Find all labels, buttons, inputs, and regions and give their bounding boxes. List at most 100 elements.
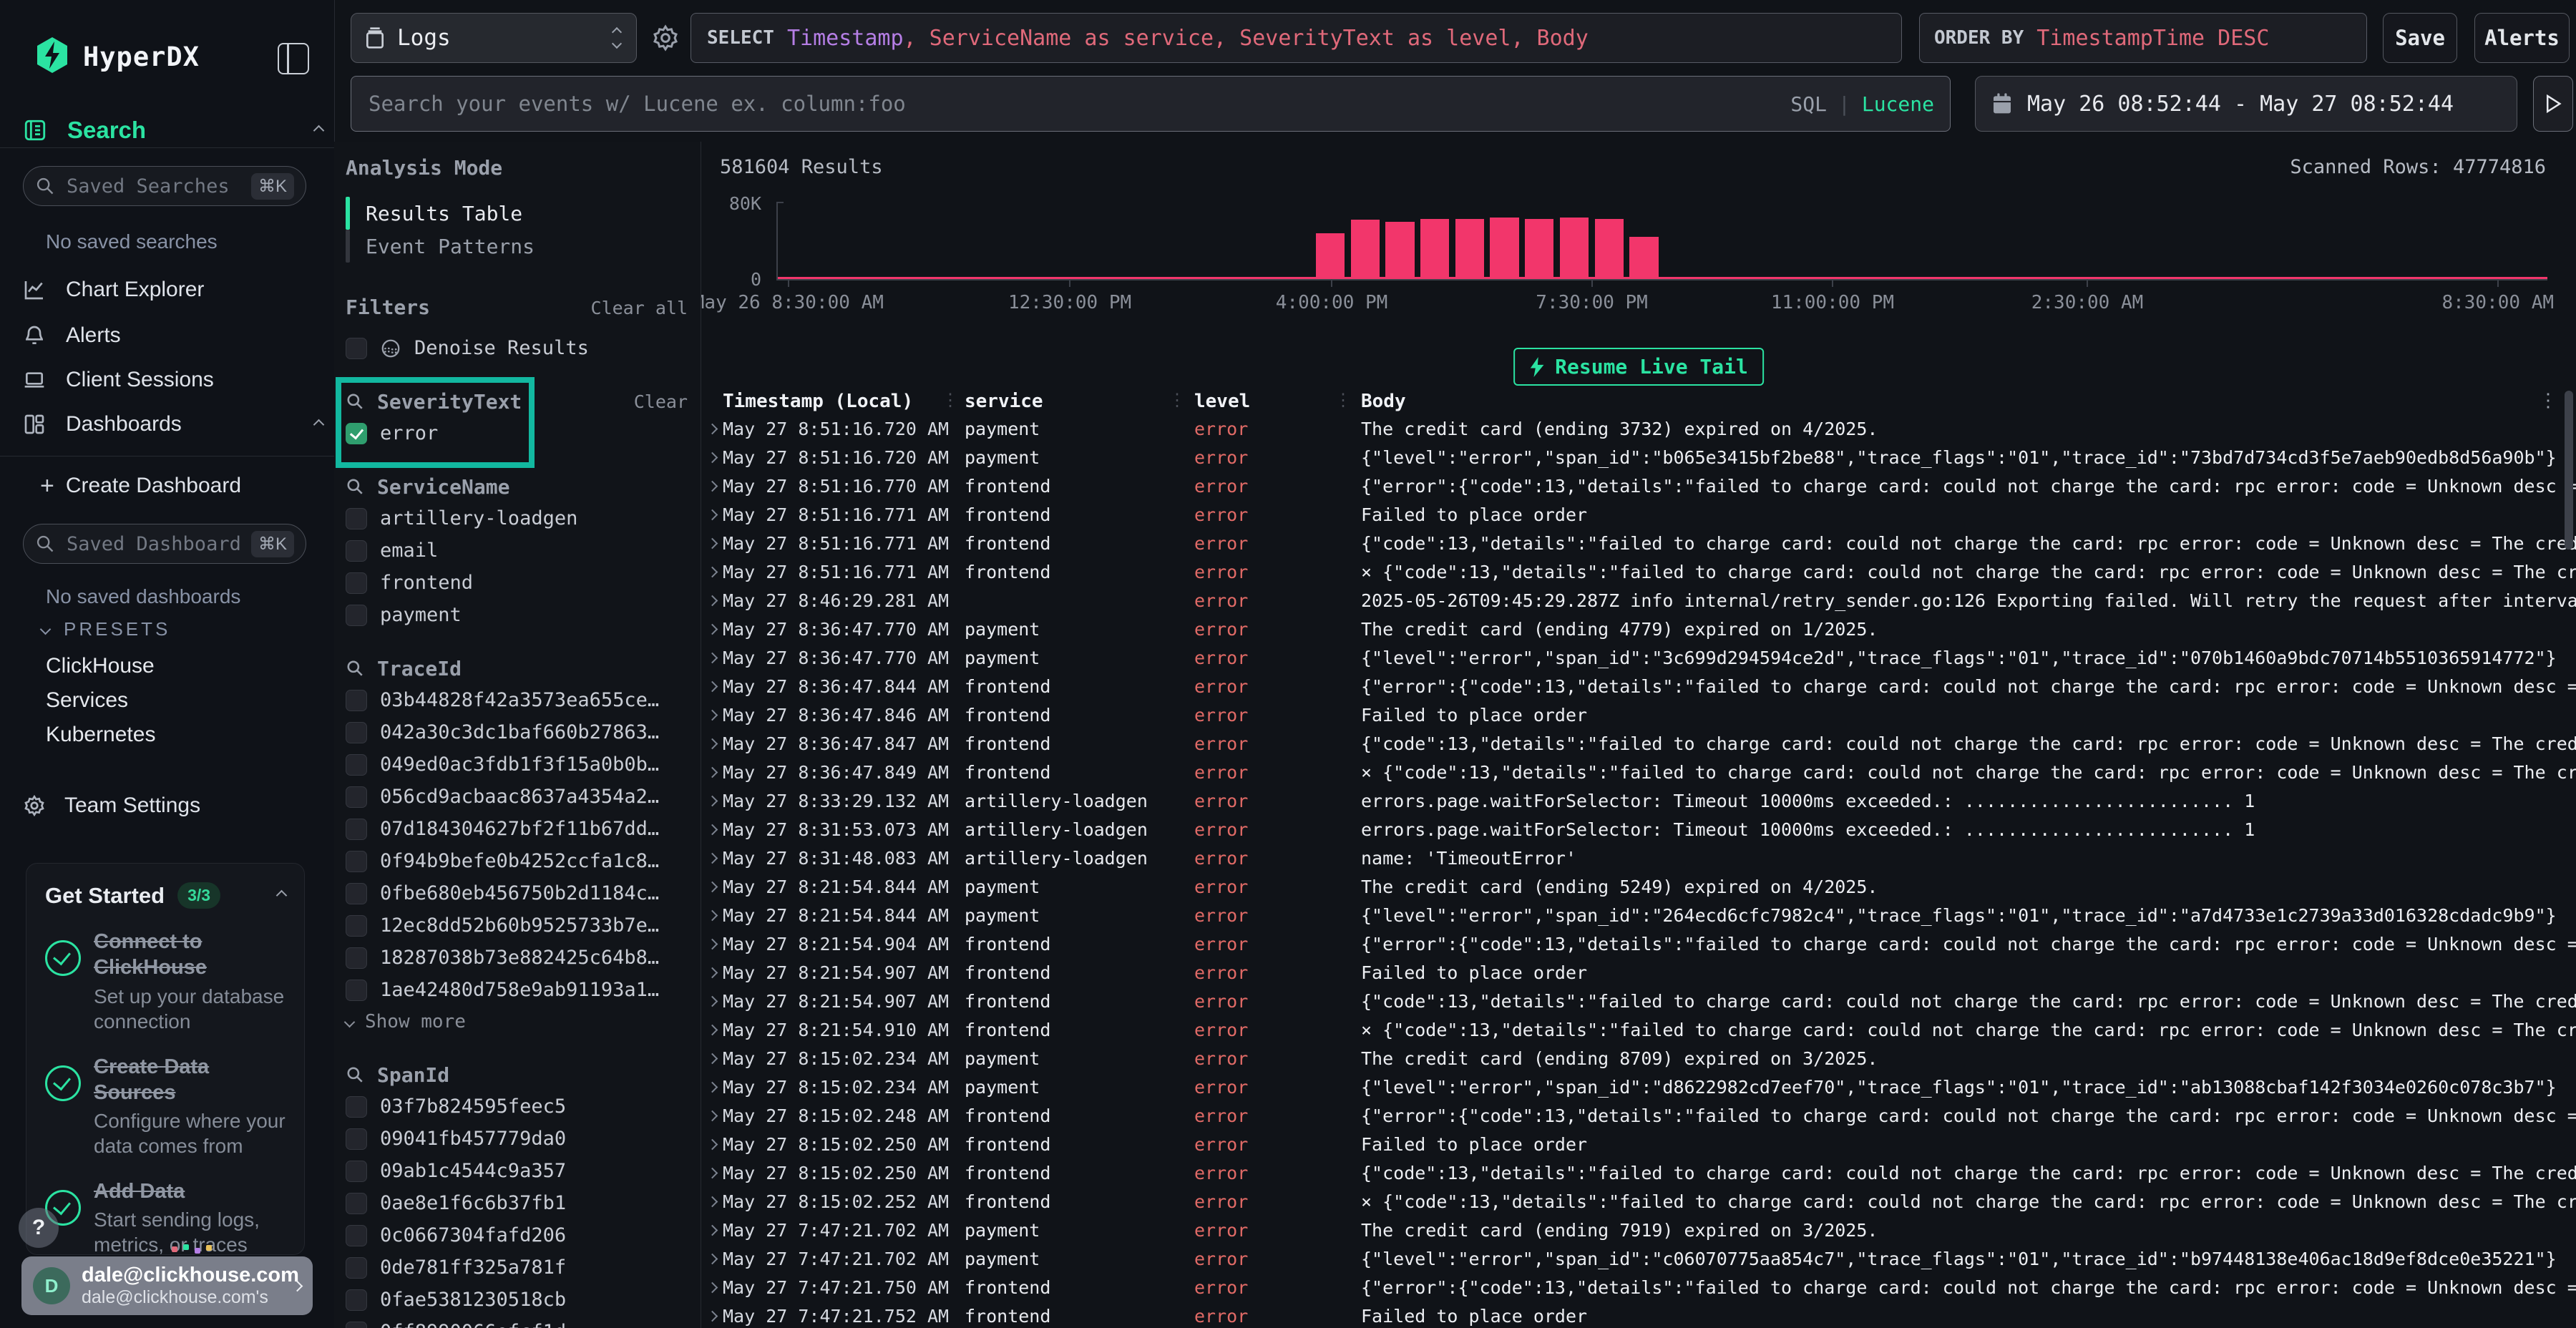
- filter-item-service[interactable]: artillery-loadgen: [346, 502, 688, 534]
- orderby-input[interactable]: ORDER BY TimestampTime DESC: [1919, 13, 2367, 63]
- table-row[interactable]: May 27 8:21:54.907 AMfrontenderrorFailed…: [701, 958, 2576, 987]
- select-clause-input[interactable]: SELECT Timestamp , ServiceName as servic…: [691, 13, 1902, 63]
- presets-toggle[interactable]: PRESETS: [42, 618, 170, 640]
- table-row[interactable]: May 27 7:47:21.752 AMfrontenderrorFailed…: [701, 1302, 2576, 1328]
- row-expander[interactable]: [701, 711, 723, 719]
- table-row[interactable]: May 27 8:21:54.844 AMpaymenterrorThe cre…: [701, 872, 2576, 901]
- table-row[interactable]: May 27 8:46:29.281 AMerror2025-05-26T09:…: [701, 586, 2576, 615]
- table-row[interactable]: May 27 8:21:54.904 AMfrontenderror{"erro…: [701, 929, 2576, 958]
- sidebar-collapse-icon[interactable]: [278, 43, 309, 74]
- row-expander[interactable]: [701, 940, 723, 948]
- resume-live-tail-button[interactable]: Resume Live Tail: [1513, 348, 1764, 386]
- table-row[interactable]: May 27 8:21:54.910 AMfrontenderror× {"co…: [701, 1015, 2576, 1044]
- filter-item-spanid[interactable]: 0ae8e1f6c6b37fb1: [346, 1187, 688, 1219]
- tab-event-patterns[interactable]: Event Patterns: [346, 230, 688, 263]
- checkbox[interactable]: [346, 754, 367, 776]
- row-expander[interactable]: [701, 597, 723, 605]
- row-expander[interactable]: [701, 826, 723, 834]
- table-options-icon[interactable]: ⋮: [2539, 390, 2557, 411]
- row-expander[interactable]: [701, 1083, 723, 1091]
- filter-item-spanid[interactable]: 09041fb457779da0: [346, 1123, 688, 1155]
- column-resize-handle[interactable]: ⋮: [1335, 390, 1349, 410]
- checkbox[interactable]: [346, 786, 367, 808]
- table-row[interactable]: May 27 7:47:21.702 AMpaymenterrorThe cre…: [701, 1216, 2576, 1244]
- table-row[interactable]: May 27 8:36:47.770 AMpaymenterror{"level…: [701, 643, 2576, 672]
- lucene-toggle[interactable]: Lucene: [1862, 92, 1934, 116]
- row-expander[interactable]: [701, 768, 723, 776]
- search-icon[interactable]: [346, 392, 364, 411]
- table-row[interactable]: May 27 8:21:54.907 AMfrontenderror{"code…: [701, 987, 2576, 1015]
- chevron-up-icon[interactable]: [276, 890, 288, 902]
- table-row[interactable]: May 27 8:31:48.083 AMartillery-loadgener…: [701, 844, 2576, 872]
- get-started-header[interactable]: Get Started 3/3: [45, 882, 286, 909]
- date-range-picker[interactable]: May 26 08:52:44 - May 27 08:52:44: [1975, 76, 2517, 132]
- sidebar-item-team-settings[interactable]: Team Settings: [23, 790, 200, 821]
- user-menu[interactable]: D dale@clickhouse.com dale@clickhouse.co…: [21, 1256, 313, 1315]
- chart-bar[interactable]: [1490, 218, 1518, 279]
- saved-dashboards-input[interactable]: [65, 532, 241, 556]
- checkbox[interactable]: [346, 1096, 367, 1118]
- clear-severity-button[interactable]: Clear: [634, 391, 688, 412]
- row-expander[interactable]: [701, 625, 723, 633]
- query-language-toggle[interactable]: SQL | Lucene: [1790, 92, 1934, 116]
- show-more-traceid[interactable]: Show more: [346, 1006, 688, 1038]
- row-expander[interactable]: [701, 540, 723, 547]
- column-resize-handle[interactable]: ⋮: [1169, 390, 1183, 410]
- row-expander[interactable]: [701, 482, 723, 490]
- table-row[interactable]: May 27 7:47:21.750 AMfrontenderror{"erro…: [701, 1273, 2576, 1302]
- row-expander[interactable]: [701, 454, 723, 462]
- denoise-results-toggle[interactable]: Denoise Results: [346, 332, 688, 364]
- row-expander[interactable]: [701, 425, 723, 433]
- save-button[interactable]: Save: [2383, 13, 2457, 63]
- table-row[interactable]: May 27 8:31:53.073 AMartillery-loadgener…: [701, 815, 2576, 844]
- table-row[interactable]: May 27 8:15:02.250 AMfrontenderrorFailed…: [701, 1130, 2576, 1158]
- checkbox[interactable]: [346, 1257, 367, 1279]
- filter-item-service[interactable]: email: [346, 534, 688, 567]
- search-icon[interactable]: [346, 659, 364, 678]
- table-row[interactable]: May 27 8:15:02.248 AMfrontenderror{"erro…: [701, 1101, 2576, 1130]
- row-expander[interactable]: [701, 1055, 723, 1063]
- filter-item-traceid[interactable]: 1ae42480d758e9ab91193a1…: [346, 974, 688, 1006]
- filter-item-spanid[interactable]: 0c0667304fafd206: [346, 1219, 688, 1251]
- filter-item-traceid[interactable]: 07d184304627bf2f11b67dd…: [346, 813, 688, 845]
- chart-bar[interactable]: [1560, 218, 1589, 279]
- row-expander[interactable]: [701, 1226, 723, 1234]
- chart-bar[interactable]: [1455, 219, 1484, 279]
- checkbox[interactable]: [346, 819, 367, 840]
- table-row[interactable]: May 27 8:51:16.771 AMfrontenderrorFailed…: [701, 500, 2576, 529]
- filter-item-traceid[interactable]: 12ec8dd52b60b9525733b7e…: [346, 909, 688, 942]
- filter-item-traceid[interactable]: 049ed0ac3fdb1f3f15a0b0b…: [346, 748, 688, 781]
- table-row[interactable]: May 27 8:15:02.234 AMpaymenterror{"level…: [701, 1073, 2576, 1101]
- preset-kubernetes[interactable]: Kubernetes: [46, 723, 155, 747]
- column-resize-handle[interactable]: ⋮: [942, 390, 956, 410]
- filter-item-spanid[interactable]: 0ff8990066efcf1d: [346, 1316, 688, 1328]
- checkbox[interactable]: [346, 1193, 367, 1214]
- table-row[interactable]: May 27 8:36:47.847 AMfrontenderror{"code…: [701, 729, 2576, 758]
- alerts-button[interactable]: Alerts: [2474, 13, 2570, 63]
- chart-bar[interactable]: [1351, 220, 1380, 279]
- row-expander[interactable]: [701, 1255, 723, 1263]
- row-expander[interactable]: [701, 912, 723, 919]
- saved-searches-input[interactable]: [65, 175, 241, 198]
- row-expander[interactable]: [701, 997, 723, 1005]
- sidebar-item-search[interactable]: Search: [23, 114, 323, 146]
- row-expander[interactable]: [701, 1312, 723, 1320]
- table-row[interactable]: May 27 8:51:16.771 AMfrontenderror{"code…: [701, 529, 2576, 557]
- saved-searches-search[interactable]: ⌘K: [23, 166, 306, 206]
- checkbox[interactable]: [346, 338, 367, 359]
- filter-item-traceid[interactable]: 03b44828f42a3573ea655ce…: [346, 684, 688, 716]
- table-row[interactable]: May 27 8:36:47.849 AMfrontenderror× {"co…: [701, 758, 2576, 786]
- row-expander[interactable]: [701, 683, 723, 690]
- preset-clickhouse[interactable]: ClickHouse: [46, 654, 155, 678]
- row-expander[interactable]: [701, 1198, 723, 1206]
- table-row[interactable]: May 27 7:47:21.702 AMpaymenterror{"level…: [701, 1244, 2576, 1273]
- checkbox[interactable]: [346, 572, 367, 594]
- table-row[interactable]: May 27 8:15:02.252 AMfrontenderror× {"co…: [701, 1187, 2576, 1216]
- get-started-item[interactable]: Add DataStart sending logs, metrics, or …: [45, 1178, 286, 1257]
- checkbox[interactable]: [346, 508, 367, 529]
- tab-results-table[interactable]: Results Table: [346, 197, 688, 230]
- search-icon[interactable]: [346, 477, 364, 496]
- filter-item-service[interactable]: frontend: [346, 567, 688, 599]
- table-row[interactable]: May 27 8:51:16.720 AMpaymenterror{"level…: [701, 443, 2576, 472]
- scrollbar-thumb[interactable]: [2565, 391, 2573, 550]
